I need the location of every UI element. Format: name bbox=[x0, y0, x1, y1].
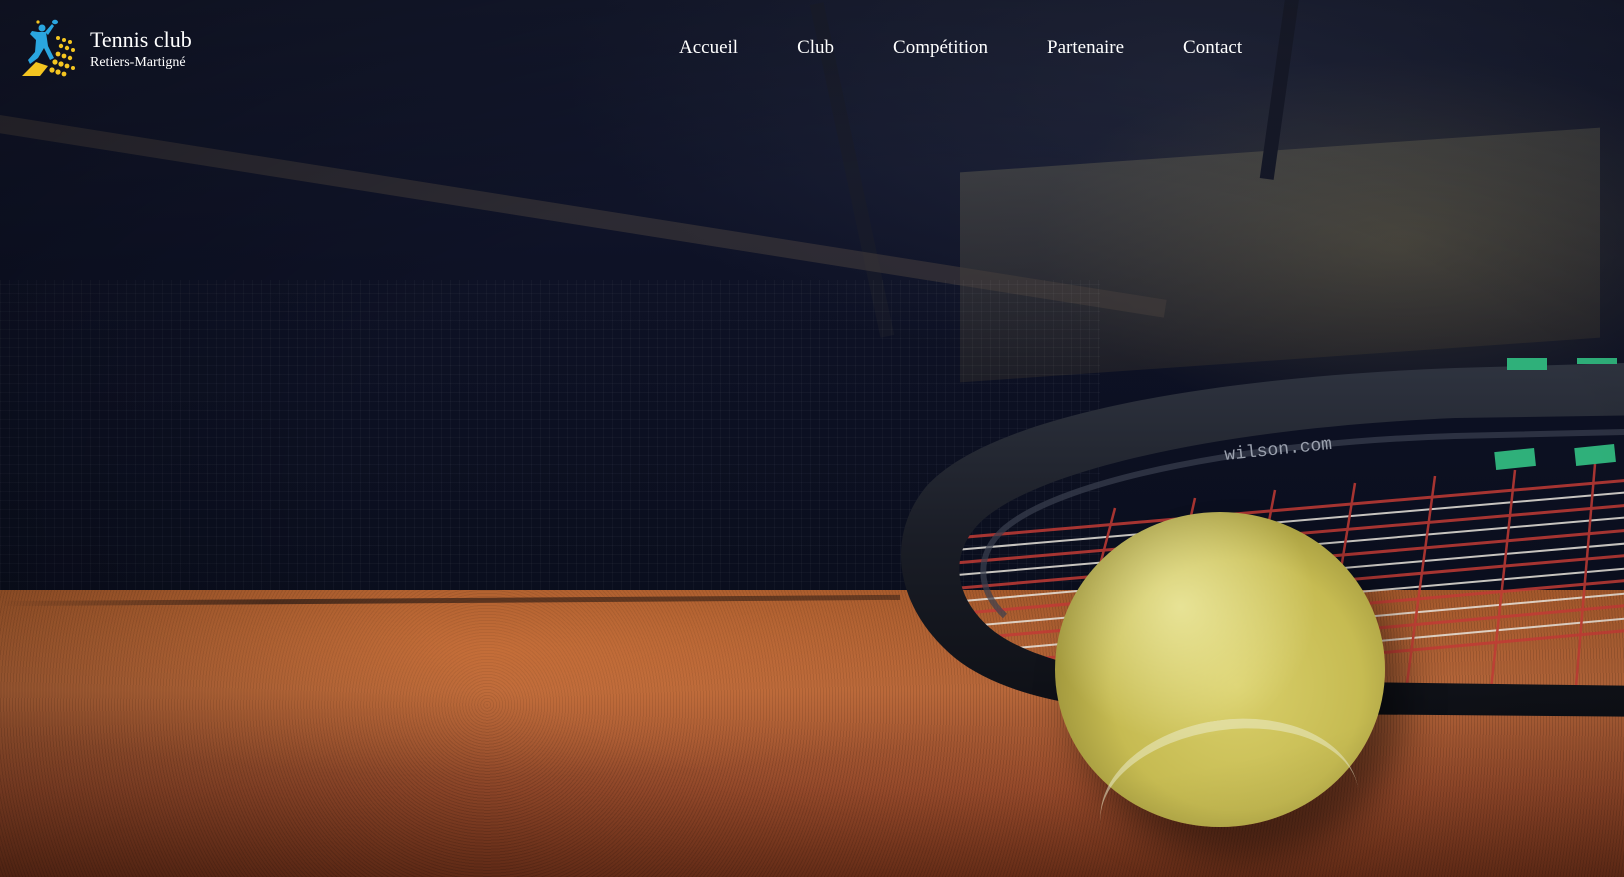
hero-image: wilson.com bbox=[0, 0, 1624, 877]
racket-brand-text: wilson.com bbox=[1224, 435, 1334, 466]
brand-text: Tennis club Retiers-Martigné bbox=[90, 28, 192, 72]
page: wilson.com Tennis club Retiers-Martigné … bbox=[0, 0, 1624, 877]
brand-title: Tennis club bbox=[90, 27, 192, 52]
main-nav: Accueil Club Compétition Partenaire Cont… bbox=[679, 36, 1242, 60]
nav-item-contact[interactable]: Contact bbox=[1183, 36, 1242, 60]
nav-item-club[interactable]: Club bbox=[797, 36, 834, 60]
nav-item-competition[interactable]: Compétition bbox=[893, 36, 988, 60]
nav-item-accueil[interactable]: Accueil bbox=[679, 36, 738, 60]
tennis-player-logo-icon bbox=[22, 19, 75, 77]
nav-item-partenaire[interactable]: Partenaire bbox=[1047, 36, 1124, 60]
brand-link[interactable]: Tennis club Retiers-Martigné bbox=[18, 18, 192, 80]
site-header: Tennis club Retiers-Martigné Accueil Clu… bbox=[0, 0, 1624, 100]
brand-subtitle: Retiers-Martigné bbox=[90, 55, 186, 70]
